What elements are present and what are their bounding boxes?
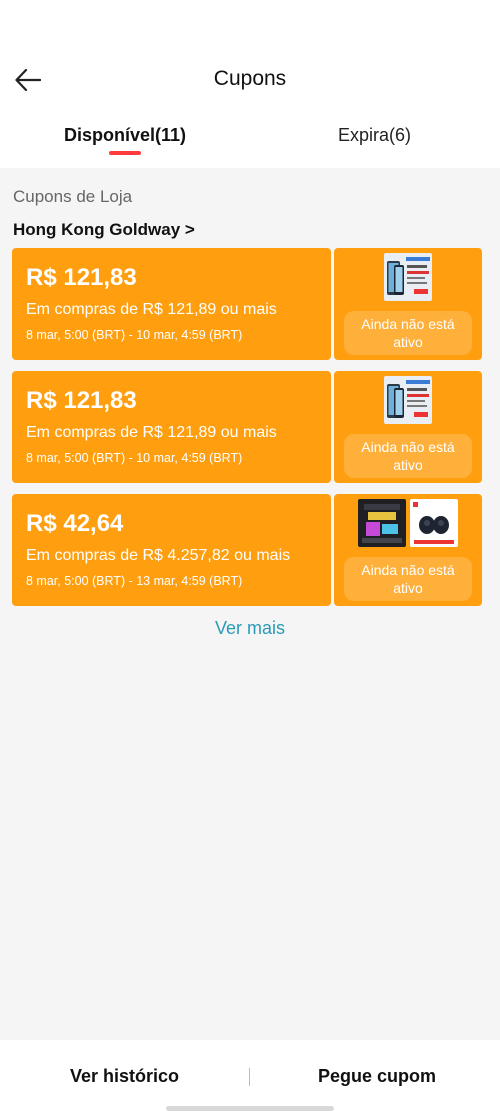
footer-divider xyxy=(249,1068,250,1086)
product-thumbnail[interactable] xyxy=(358,499,406,547)
page-title: Cupons xyxy=(213,67,287,90)
product-thumbnail[interactable] xyxy=(410,499,458,547)
coupon-details: R$ 121,83 Em compras de R$ 121,89 ou mai… xyxy=(12,371,331,483)
coupon-side-panel: Ainda não está ativo xyxy=(334,371,482,483)
coupon-amount: R$ 42,64 xyxy=(26,510,124,537)
coupon-list: R$ 121,83 Em compras de R$ 121,89 ou mai… xyxy=(12,248,482,617)
coupon-details: R$ 42,64 Em compras de R$ 4.257,82 ou ma… xyxy=(12,494,331,606)
product-thumbnail[interactable] xyxy=(384,253,432,301)
product-thumbnail[interactable] xyxy=(384,376,432,424)
coupon-amount: R$ 121,83 xyxy=(26,387,137,414)
coupon-status: Ainda não está ativo xyxy=(344,557,472,601)
tab-expiring[interactable]: Expira(6) xyxy=(338,125,411,146)
coupon-condition: Em compras de R$ 121,89 ou mais xyxy=(26,424,277,441)
coupon-details: R$ 121,83 Em compras de R$ 121,89 ou mai… xyxy=(12,248,331,360)
bottom-bar: Ver histórico Pegue cupom xyxy=(0,1040,500,1111)
view-history-button[interactable]: Ver histórico xyxy=(70,1066,179,1087)
tab-available[interactable]: Disponível(11) xyxy=(64,125,186,146)
see-more-link[interactable]: Ver mais xyxy=(0,618,500,639)
coupon-card: R$ 121,83 Em compras de R$ 121,89 ou mai… xyxy=(12,248,482,360)
section-title: Cupons de Loja xyxy=(13,187,133,206)
coupon-status: Ainda não está ativo xyxy=(344,311,472,355)
top-bar: Cupons Disponível(11) Expira(6) xyxy=(0,0,500,168)
home-indicator xyxy=(166,1106,334,1111)
coupon-validity: 8 mar, 5:00 (BRT) - 10 mar, 4:59 (BRT) xyxy=(26,451,243,465)
active-tab-indicator xyxy=(109,151,141,155)
get-coupon-button[interactable]: Pegue cupom xyxy=(318,1066,436,1087)
coupon-side-panel: Ainda não está ativo xyxy=(334,494,482,606)
store-link[interactable]: Hong Kong Goldway > xyxy=(13,220,195,240)
coupon-condition: Em compras de R$ 4.257,82 ou mais xyxy=(26,547,291,564)
coupon-amount: R$ 121,83 xyxy=(26,264,137,291)
coupon-card: R$ 42,64 Em compras de R$ 4.257,82 ou ma… xyxy=(12,494,482,606)
coupon-validity: 8 mar, 5:00 (BRT) - 10 mar, 4:59 (BRT) xyxy=(26,328,243,342)
coupon-validity: 8 mar, 5:00 (BRT) - 13 mar, 4:59 (BRT) xyxy=(26,574,243,588)
coupon-condition: Em compras de R$ 121,89 ou mais xyxy=(26,301,277,318)
coupon-card: R$ 121,83 Em compras de R$ 121,89 ou mai… xyxy=(12,371,482,483)
coupon-status: Ainda não está ativo xyxy=(344,434,472,478)
coupon-side-panel: Ainda não está ativo xyxy=(334,248,482,360)
